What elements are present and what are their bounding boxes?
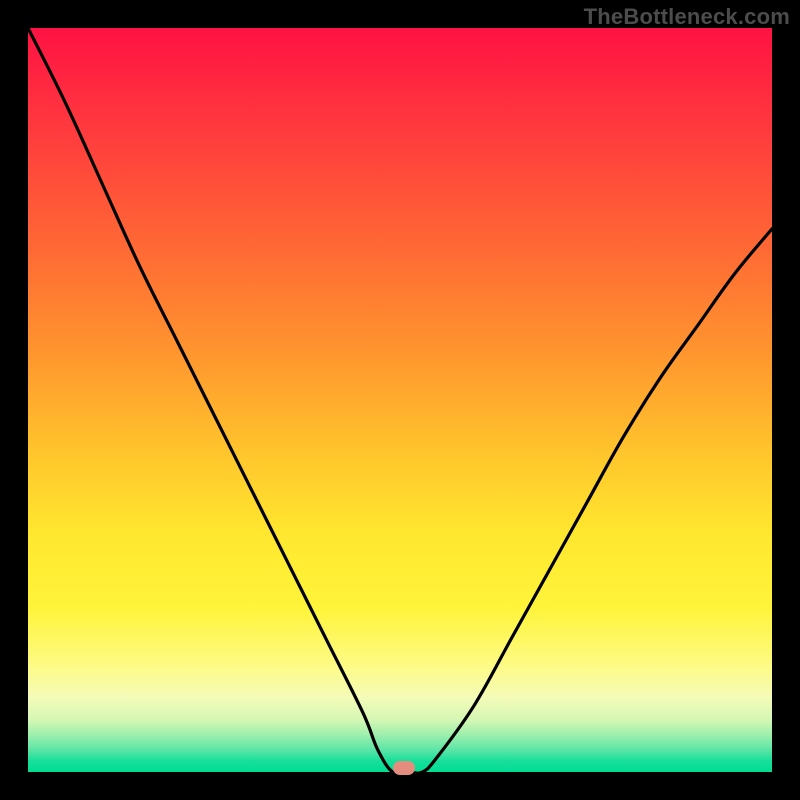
plot-area (28, 28, 772, 772)
chart-frame: TheBottleneck.com (0, 0, 800, 800)
minimum-marker (393, 761, 415, 775)
bottleneck-curve (28, 28, 772, 772)
watermark-text: TheBottleneck.com (584, 4, 790, 30)
